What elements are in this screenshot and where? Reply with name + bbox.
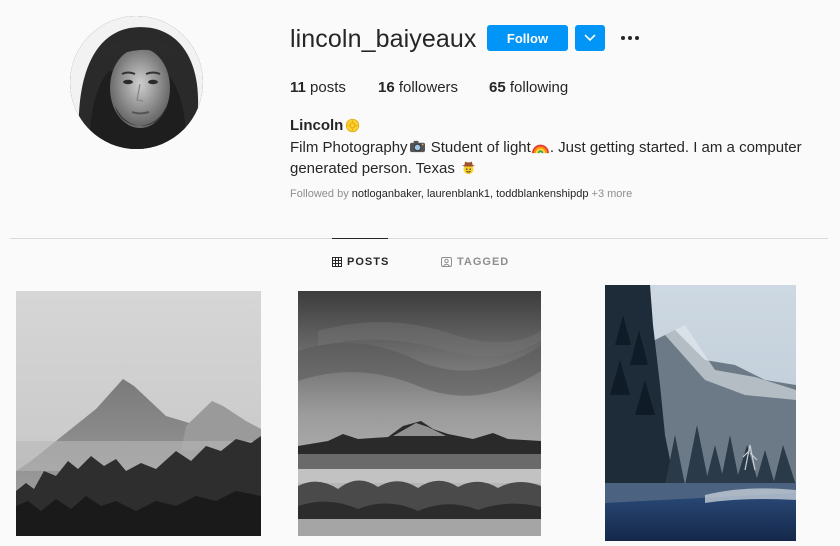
tabs-divider (10, 238, 828, 239)
camera-emoji-icon (409, 140, 425, 153)
mountain-lake-photo (298, 291, 541, 536)
tab-tagged[interactable]: TAGGED (441, 256, 509, 268)
posts-count: 11 posts (290, 79, 346, 96)
following-link[interactable]: 65 following (489, 79, 568, 96)
bio-text: Film Photography Student of light . Just… (290, 139, 802, 177)
profile-header: lincoln_baiyeaux Follow 11 posts 16 foll… (0, 0, 840, 238)
more-options-button[interactable] (618, 28, 642, 48)
profile-username: lincoln_baiyeaux (290, 25, 477, 53)
tag-icon (441, 257, 452, 267)
bio-name: Lincoln (290, 117, 362, 134)
active-tab-indicator (332, 238, 388, 239)
chevron-down-icon (584, 34, 596, 42)
suggested-accounts-button[interactable] (575, 25, 605, 51)
rainbow-emoji-icon (531, 144, 549, 154)
more-dot-icon (635, 36, 639, 40)
post-thumbnail[interactable] (16, 291, 261, 536)
followed-by[interactable]: Followed by notloganbaker, laurenblank1,… (290, 188, 632, 200)
more-dot-icon (621, 36, 625, 40)
cowboy-emoji-icon (461, 161, 476, 175)
post-thumbnail[interactable] (298, 291, 541, 536)
valley-forest-photo (605, 285, 796, 541)
sun-emoji-icon (346, 118, 360, 133)
post-thumbnail[interactable] (605, 285, 796, 541)
grid-icon (332, 257, 342, 267)
avatar[interactable] (70, 16, 203, 149)
followers-link[interactable]: 16 followers (378, 79, 458, 96)
more-dot-icon (628, 36, 632, 40)
tab-posts[interactable]: POSTS (332, 256, 389, 268)
follow-button[interactable]: Follow (487, 25, 568, 51)
mountain-fog-photo (16, 291, 261, 536)
